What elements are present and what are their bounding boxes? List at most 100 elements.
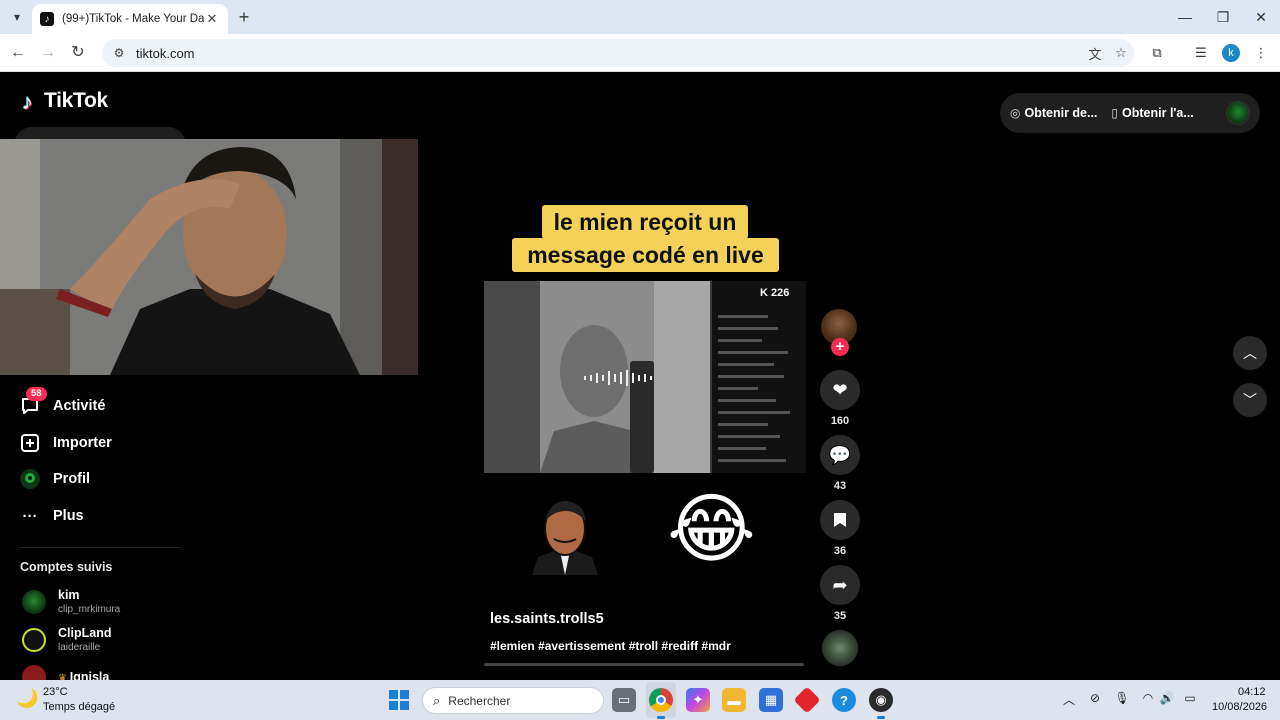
comment-bubble-icon: 💬	[828, 444, 852, 465]
browser-tab[interactable]: ♪ (99+)TikTok - Make Your Day ✕	[32, 4, 228, 34]
windows-start-icon[interactable]	[389, 690, 409, 710]
clock-date[interactable]: 10/08/2026	[1212, 701, 1267, 713]
task-view-icon[interactable]: ▭	[612, 688, 636, 712]
extensions-icon[interactable]: ⧉	[1146, 42, 1168, 64]
get-coins-button[interactable]: ◎ Obtenir de...	[1010, 106, 1097, 120]
video-player[interactable]: le mien reçoit un message codé en live K…	[484, 181, 806, 583]
battery-icon[interactable]: ▭	[1181, 691, 1199, 705]
tab-search-chevron-icon[interactable]: ▾	[6, 6, 28, 28]
obs-studio-icon[interactable]: ◉	[869, 688, 893, 712]
following-name-text: Ignisla	[69, 670, 110, 680]
like-count: 160	[830, 415, 850, 427]
get-app-button[interactable]: ▯ Obtenir l'a...	[1111, 106, 1193, 120]
gta-character-sticker	[532, 501, 598, 575]
webcam-image	[0, 139, 418, 375]
video-author-username[interactable]: les.saints.trolls5	[490, 611, 604, 627]
network-off-icon[interactable]: ⊘	[1086, 691, 1104, 705]
viewer-count: K 226	[760, 287, 789, 299]
following-account[interactable]: ClipLand laideraille	[22, 626, 111, 653]
browser-toolbar: ← → ↻ ⚙ tiktok.com 文 ☆ ⧉ ☰ k ⋮	[0, 34, 1280, 72]
music-disc-icon[interactable]	[822, 630, 858, 666]
site-info-icon[interactable]: ⚙	[108, 46, 130, 60]
following-name: kim	[58, 588, 80, 602]
volume-icon[interactable]: 🔊	[1158, 691, 1176, 705]
taskbar-search-placeholder: Rechercher	[448, 693, 511, 708]
moon-weather-icon[interactable]: 🌙	[16, 688, 38, 709]
like-button[interactable]: ❤	[820, 370, 860, 410]
browser-menu-icon[interactable]: ⋮	[1250, 42, 1272, 64]
help-icon[interactable]: ?	[832, 688, 856, 712]
microsoft-store-icon[interactable]: ▦	[759, 688, 783, 712]
coin-icon: ◎	[1010, 106, 1021, 120]
tab-close-icon[interactable]: ✕	[204, 11, 220, 27]
following-heading: Comptes suivis	[20, 560, 113, 574]
wifi-icon[interactable]: ◠	[1139, 691, 1157, 705]
clock-time[interactable]: 04:12	[1238, 686, 1266, 698]
close-window-icon[interactable]: ✕	[1242, 4, 1280, 30]
tiktok-page: ♪ ♪ ♪ TikTok ◎ Obtenir de... ▯ Obtenir l…	[0, 73, 1280, 680]
following-handle: laideraille	[58, 642, 101, 653]
restore-icon[interactable]: ❐	[1204, 4, 1242, 30]
reload-icon[interactable]: ↻	[66, 41, 90, 65]
sidebar-item-activite[interactable]: 58 Activité	[20, 387, 106, 418]
chrome-icon[interactable]	[649, 688, 673, 712]
sidebar-item-importer[interactable]: Importer	[20, 431, 112, 455]
webcam-overlay	[0, 139, 418, 375]
follow-plus-icon[interactable]: +	[831, 338, 849, 356]
forward-arrow-icon[interactable]: →	[36, 41, 60, 65]
inbox-icon: 58	[20, 387, 47, 416]
following-account[interactable]: ♛ Ignisla	[22, 665, 109, 680]
embedded-live-clip: K 226	[484, 281, 806, 473]
user-avatar[interactable]	[1226, 101, 1250, 125]
back-arrow-icon[interactable]: ←	[6, 41, 30, 65]
red-app-icon[interactable]	[793, 686, 821, 714]
share-button[interactable]: ➦	[820, 565, 860, 605]
tiktok-note-icon: ♪ ♪ ♪	[21, 89, 34, 115]
crown-icon: ♛	[58, 673, 70, 680]
viewer-count-text: 226	[771, 287, 790, 299]
taskbar-search-input[interactable]: ⌕ Rechercher	[422, 687, 604, 714]
tray-overflow-chevron-icon[interactable]: ︿	[1060, 691, 1078, 708]
copilot-icon[interactable]: ✦	[686, 688, 710, 712]
sidebar-item-plus[interactable]: ··· Plus	[20, 504, 84, 528]
tiktok-favicon-icon: ♪	[40, 12, 54, 26]
avatar	[22, 627, 46, 652]
heart-icon: ❤	[832, 379, 848, 400]
video-progress-bar[interactable]	[484, 663, 804, 666]
share-count: 35	[833, 610, 847, 622]
microphone-icon[interactable]: 🎙	[1113, 691, 1131, 705]
video-caption-line-1: le mien reçoit un	[542, 205, 748, 239]
address-bar[interactable]: ⚙ tiktok.com 文 ☆	[102, 39, 1134, 67]
notification-badge: 58	[26, 387, 47, 401]
weather-temperature[interactable]: 23°C	[43, 686, 68, 698]
chrome-running-indicator	[657, 716, 665, 719]
tiktok-logo[interactable]: ♪ ♪ ♪ TikTok	[20, 89, 108, 115]
save-button[interactable]	[820, 500, 860, 540]
url-text[interactable]: tiktok.com	[136, 46, 1082, 61]
logo-text: TikTok	[44, 89, 108, 112]
avatar	[22, 589, 46, 614]
file-explorer-icon[interactable]: ▬	[722, 688, 746, 712]
comment-count: 43	[833, 480, 847, 492]
bookmark-star-icon[interactable]: ☆	[1108, 45, 1134, 61]
sidebar-item-label: Activité	[53, 398, 106, 414]
comment-button[interactable]: 💬	[820, 435, 860, 475]
profile-avatar[interactable]: k	[1222, 44, 1240, 62]
following-account[interactable]: kim clip_mrkimura	[22, 588, 120, 615]
media-queue-icon[interactable]: ☰	[1190, 42, 1212, 64]
next-video-chevron-down-icon[interactable]: ﹀	[1233, 383, 1267, 417]
translate-icon[interactable]: 文	[1082, 44, 1108, 63]
video-hashtags[interactable]: #lemien #avertissement #troll #rediff #m…	[490, 639, 731, 653]
minimize-icon[interactable]: —	[1166, 4, 1204, 30]
profile-avatar-icon	[20, 469, 40, 489]
bookmark-icon	[834, 513, 846, 527]
windows-taskbar: 🌙 23°C Temps dégagé ⌕ Rechercher ▭ ✦ ▬ ▦…	[0, 680, 1280, 720]
new-tab-button[interactable]: +	[234, 7, 254, 27]
share-arrow-icon: ➦	[832, 574, 848, 595]
previous-video-chevron-up-icon[interactable]: ︿	[1233, 336, 1267, 370]
save-count: 36	[833, 545, 847, 557]
sidebar-item-profil[interactable]: Profil	[20, 467, 90, 491]
sidebar-item-label: Plus	[53, 508, 84, 524]
following-name: ClipLand	[58, 626, 112, 640]
weather-description[interactable]: Temps dégagé	[43, 701, 115, 713]
